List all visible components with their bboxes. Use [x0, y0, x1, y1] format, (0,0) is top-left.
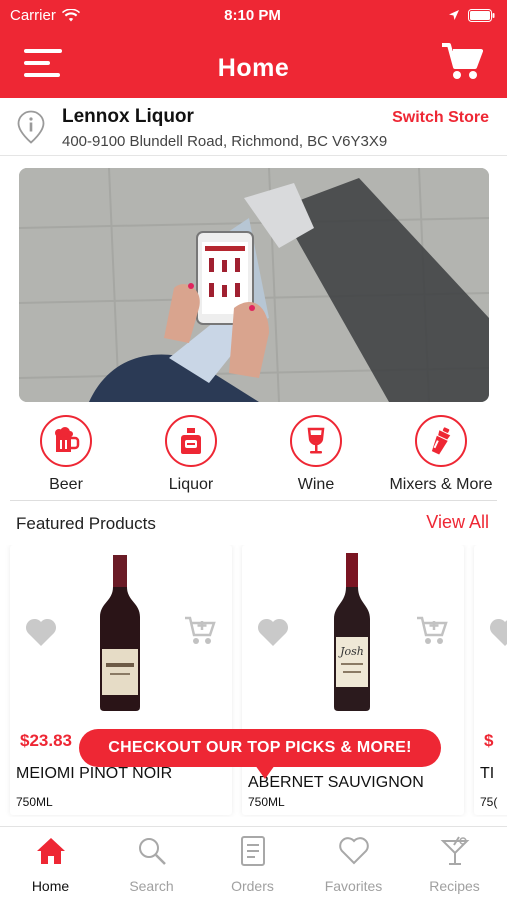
- svg-text:Josh: Josh: [338, 645, 364, 658]
- tab-recipes[interactable]: Recipes: [404, 835, 505, 894]
- add-to-cart-icon[interactable]: [416, 615, 450, 647]
- store-selector: Lennox Liquor 400-9100 Blundell Road, Ri…: [0, 98, 507, 156]
- category-mixers[interactable]: Mixers & More: [386, 415, 496, 494]
- product-image: [100, 555, 140, 711]
- favorite-heart-icon[interactable]: [488, 617, 507, 647]
- location-info-icon: [17, 110, 45, 144]
- divider: [10, 500, 497, 501]
- category-liquor[interactable]: Liquor: [136, 415, 246, 494]
- category-row: Beer Liquor Wine Mixers & More: [0, 415, 507, 499]
- tab-bar: Home Search Orders Favorites Recipes: [0, 826, 507, 900]
- product-card[interactable]: $ TI 75(: [474, 545, 507, 815]
- status-bar: Carrier 8:10 PM: [10, 6, 495, 24]
- location-arrow-icon: [449, 10, 459, 20]
- category-label: Beer: [49, 476, 83, 493]
- tab-label: Search: [129, 878, 174, 894]
- add-to-cart-icon[interactable]: [184, 615, 218, 647]
- hero-banner[interactable]: [19, 168, 489, 402]
- hero-photo: [19, 168, 489, 402]
- view-all-link[interactable]: View All: [426, 512, 489, 533]
- tab-label: Orders: [231, 878, 274, 894]
- nav-bar: Home: [0, 38, 507, 94]
- category-wine[interactable]: Wine: [261, 415, 371, 494]
- search-icon: [138, 838, 166, 865]
- store-name: Lennox Liquor: [62, 106, 194, 127]
- home-icon: [36, 838, 65, 864]
- top-picks-tooltip[interactable]: CHECKOUT OUR TOP PICKS & MORE!: [79, 729, 441, 779]
- switch-store-link[interactable]: Switch Store: [392, 109, 489, 127]
- product-price: $23.83: [20, 731, 72, 750]
- product-image: Josh: [334, 553, 370, 711]
- tab-orders[interactable]: Orders: [202, 835, 303, 894]
- product-size: 750ML: [248, 795, 285, 809]
- favorite-heart-icon[interactable]: [24, 617, 58, 647]
- category-beer[interactable]: Beer: [11, 415, 121, 494]
- battery-icon: [468, 8, 495, 22]
- category-label: Mixers & More: [389, 476, 493, 493]
- tab-search[interactable]: Search: [101, 835, 202, 894]
- product-name: TI: [480, 765, 495, 782]
- app-header: Carrier 8:10 PM Home: [0, 0, 507, 98]
- tab-home[interactable]: Home: [0, 835, 101, 894]
- status-time: 8:10 PM: [224, 6, 281, 24]
- orders-icon: [240, 836, 265, 866]
- favorite-heart-icon[interactable]: [256, 617, 290, 647]
- wifi-icon: [61, 8, 80, 21]
- product-size: 75(: [480, 795, 498, 809]
- product-price: $: [484, 731, 494, 750]
- carrier-label: Carrier: [10, 6, 56, 24]
- category-label: Liquor: [168, 476, 214, 493]
- cart-icon[interactable]: [441, 42, 483, 82]
- product-size: 750ML: [16, 795, 53, 809]
- cocktail-glass-icon: [440, 836, 469, 865]
- wine-glass-icon: [307, 427, 325, 454]
- category-label: Wine: [297, 476, 335, 493]
- beer-mug-icon: [55, 427, 80, 452]
- heart-icon: [338, 837, 369, 865]
- page-title: Home: [217, 54, 290, 82]
- product-card[interactable]: $23.83 MEIOMI PINOT NOIR 750ML: [10, 545, 232, 815]
- tab-label: Home: [31, 878, 70, 894]
- featured-products-list: $23.83 MEIOMI PINOT NOIR 750ML Josh ABER…: [0, 545, 507, 817]
- store-address: 400-9100 Blundell Road, Richmond, BC V6Y…: [62, 133, 388, 150]
- product-card[interactable]: Josh ABERNET SAUVIGNON 750ML: [242, 545, 464, 815]
- tab-label: Favorites: [324, 878, 383, 894]
- product-name: MEIOMI PINOT NOIR: [16, 765, 173, 782]
- liquor-bottle-icon: [181, 428, 201, 454]
- tab-favorites[interactable]: Favorites: [303, 835, 404, 894]
- featured-products-title: Featured Products: [16, 514, 156, 533]
- tab-label: Recipes: [429, 878, 480, 894]
- cocktail-shaker-icon: [431, 427, 451, 455]
